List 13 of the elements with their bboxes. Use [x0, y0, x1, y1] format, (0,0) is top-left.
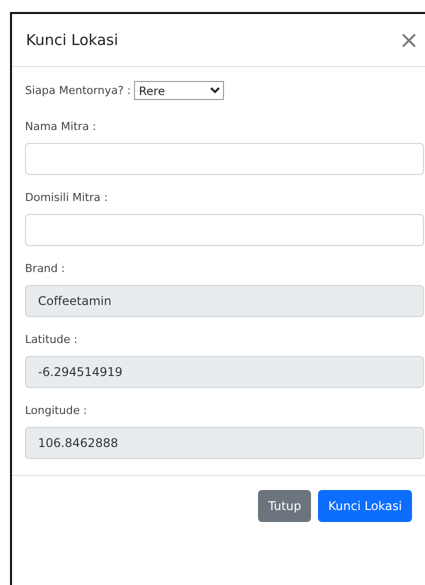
field-label: Domisili Mitra :: [25, 191, 109, 204]
input-field[interactable]: [25, 214, 424, 246]
field-label: Brand :: [25, 262, 66, 275]
field-label: Latitude :: [25, 333, 78, 346]
input-field[interactable]: [25, 143, 424, 175]
modal-title: Kunci Lokasi: [26, 31, 118, 49]
mentor-select[interactable]: Rere: [134, 81, 224, 100]
cancel-button[interactable]: Tutup: [258, 490, 312, 522]
submit-button[interactable]: Kunci Lokasi: [318, 490, 412, 522]
field-label: Longitude :: [25, 404, 88, 417]
close-button[interactable]: ×: [396, 28, 421, 52]
field-label: Nama Mitra :: [25, 120, 98, 133]
field-label: Siapa Mentornya? :: [25, 84, 131, 97]
